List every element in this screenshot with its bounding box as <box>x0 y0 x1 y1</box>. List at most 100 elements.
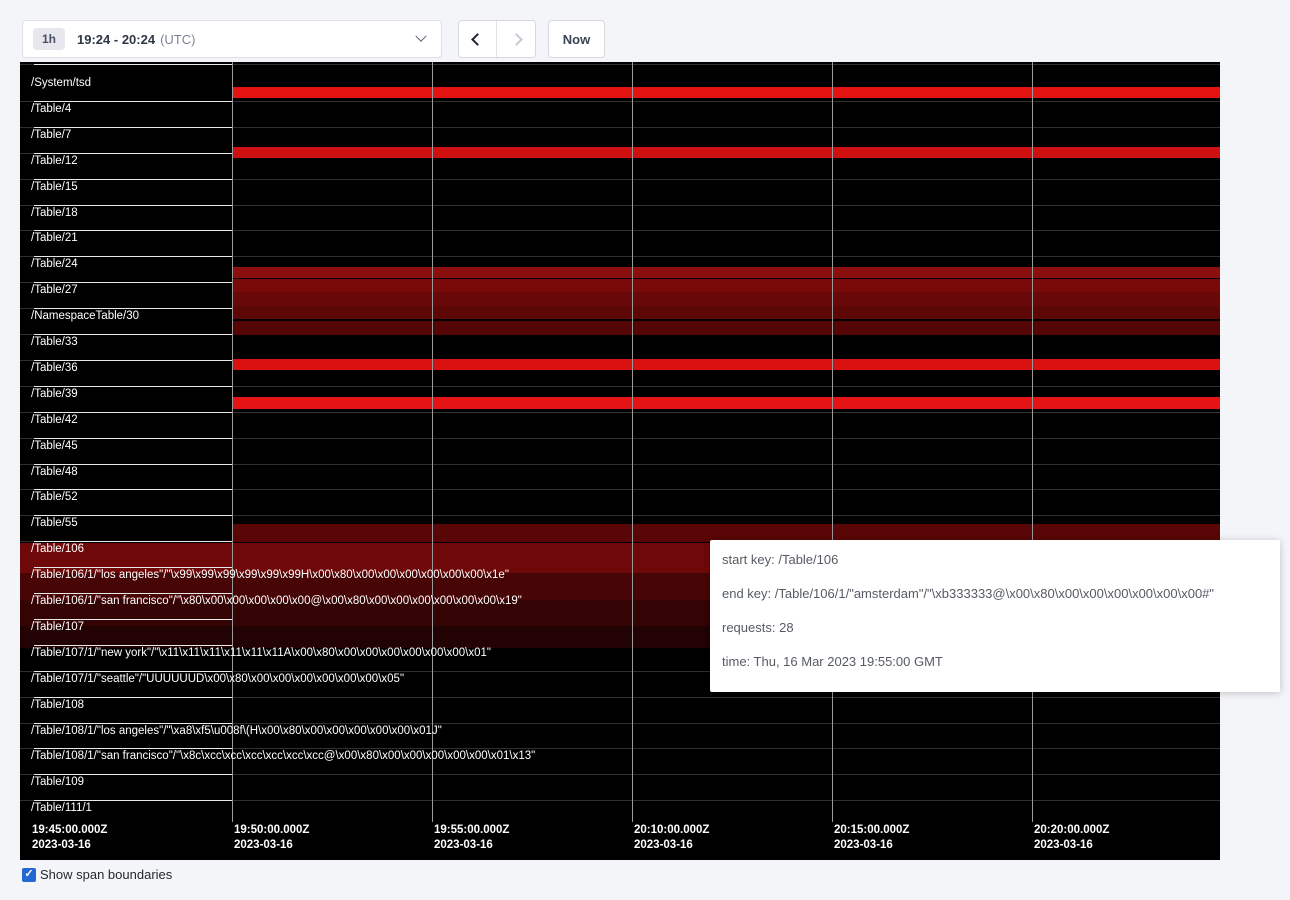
tooltip-time: time: Thu, 16 Mar 2023 19:55:00 GMT <box>722 654 1268 670</box>
span-boundary-label-line <box>34 697 232 698</box>
time-range-selector[interactable]: 1h 19:24 - 20:24 (UTC) <box>22 20 442 58</box>
span-label: /Table/15 <box>31 181 78 193</box>
span-boundary-label-line <box>34 386 232 387</box>
span-boundary-label-line <box>34 619 232 620</box>
span-boundary-label-line <box>34 101 232 102</box>
span-boundary-label-line <box>34 153 232 154</box>
chevron-down-icon <box>415 31 426 42</box>
span-boundary-label-line <box>34 800 232 801</box>
time-nav-group <box>458 20 536 58</box>
span-label: /Table/106/1/"los angeles"/"\x99\x99\x99… <box>31 569 509 581</box>
span-boundary-label-line <box>34 64 232 65</box>
span-label: /Table/12 <box>31 155 78 167</box>
heat-band <box>232 306 1220 319</box>
check-icon: ✓ <box>24 869 33 880</box>
key-visualizer-canvas[interactable]: /System/tsd/Table/4/Table/7/Table/12/Tab… <box>20 62 1220 860</box>
span-label: /Table/7 <box>31 129 71 141</box>
time-axis-tick-time: 20:10:00.000Z <box>634 824 709 836</box>
tooltip-start-key: start key: /Table/106 <box>722 552 1268 568</box>
span-boundary-label-line <box>34 593 232 594</box>
span-label: /System/tsd <box>31 77 91 89</box>
span-boundary-label-line <box>34 515 232 516</box>
span-tooltip: start key: /Table/106 end key: /Table/10… <box>710 540 1280 692</box>
span-boundary-label-line <box>34 541 232 542</box>
time-gridline <box>832 62 833 822</box>
span-boundary-label-line <box>34 645 232 646</box>
span-label: /Table/48 <box>31 466 78 478</box>
heat-band <box>232 292 1220 306</box>
span-boundary-label-line <box>34 412 232 413</box>
time-axis-tick-date: 2023-03-16 <box>434 839 493 851</box>
heat-band <box>232 87 1220 98</box>
span-label: /Table/108/1/"los angeles"/"\xa8\xf5\u00… <box>31 725 442 737</box>
time-range-text: 19:24 - 20:24 <box>77 32 155 47</box>
span-label: /Table/27 <box>31 284 78 296</box>
span-boundary-label-line <box>34 230 232 231</box>
span-label: /Table/109 <box>31 776 84 788</box>
span-label: /Table/107/1/"seattle"/"UUUUUUD\x00\x80\… <box>31 673 404 685</box>
span-label: /Table/33 <box>31 336 78 348</box>
span-label: /Table/106/1/"san francisco"/"\x80\x00\x… <box>31 595 522 607</box>
span-boundary-label-line <box>34 256 232 257</box>
show-span-boundaries-checkbox[interactable]: ✓ <box>22 868 36 882</box>
chevron-left-icon <box>471 33 484 46</box>
time-axis-tick-time: 20:15:00.000Z <box>834 824 909 836</box>
span-label: /Table/45 <box>31 440 78 452</box>
span-boundary-label-line <box>34 671 232 672</box>
span-label: /Table/106 <box>31 543 84 555</box>
time-gridline <box>232 62 233 822</box>
heat-band <box>232 279 1220 292</box>
prev-time-button[interactable] <box>459 21 497 57</box>
span-label: /Table/107/1/"new york"/"\x11\x11\x11\x1… <box>31 647 491 659</box>
chevron-right-icon <box>510 33 523 46</box>
span-label: /Table/21 <box>31 232 78 244</box>
span-boundary-label-line <box>34 179 232 180</box>
span-label: /Table/111/1 <box>31 802 92 814</box>
span-label: /Table/39 <box>31 388 78 400</box>
span-boundary-label-line <box>34 334 232 335</box>
span-boundary-label-line <box>34 205 232 206</box>
time-axis-tick-date: 2023-03-16 <box>234 839 293 851</box>
time-toolbar: 1h 19:24 - 20:24 (UTC) Now <box>22 20 605 58</box>
heat-band <box>232 147 1220 158</box>
span-label: /Table/24 <box>31 258 78 270</box>
time-axis-tick-time: 20:20:00.000Z <box>1034 824 1109 836</box>
span-label: /Table/108 <box>31 699 84 711</box>
span-boundary-label-line <box>34 360 232 361</box>
span-boundary-label-line <box>34 489 232 490</box>
span-boundary-label-line <box>34 464 232 465</box>
span-boundary-label-line <box>34 748 232 749</box>
span-boundary-label-line <box>34 308 232 309</box>
span-label: /NamespaceTable/30 <box>31 310 139 322</box>
time-gridline <box>1032 62 1033 822</box>
footer: ✓ Show span boundaries <box>22 867 172 882</box>
time-gridline <box>632 62 633 822</box>
heat-band <box>232 267 1220 278</box>
time-axis-tick-date: 2023-03-16 <box>1034 839 1093 851</box>
time-axis-tick-date: 2023-03-16 <box>634 839 693 851</box>
span-boundary-label-line <box>34 282 232 283</box>
tooltip-requests: requests: 28 <box>722 620 1268 636</box>
time-axis-tick-date: 2023-03-16 <box>32 839 91 851</box>
span-label: /Table/55 <box>31 517 78 529</box>
next-time-button[interactable] <box>497 21 535 57</box>
span-label: /Table/108/1/"san francisco"/"\x8c\xcc\x… <box>31 750 535 762</box>
time-axis-tick-date: 2023-03-16 <box>834 839 893 851</box>
span-label: /Table/52 <box>31 491 78 503</box>
span-boundary-label-line <box>34 774 232 775</box>
span-boundary-label-line <box>34 723 232 724</box>
heat-band <box>232 359 1220 370</box>
time-gridline <box>432 62 433 822</box>
span-label: /Table/18 <box>31 207 78 219</box>
span-boundary-label-line <box>34 127 232 128</box>
heat-band <box>232 397 1220 409</box>
tooltip-end-key: end key: /Table/106/1/"amsterdam"/"\xb33… <box>722 586 1268 602</box>
now-button[interactable]: Now <box>548 20 605 58</box>
time-axis-tick-time: 19:45:00.000Z <box>32 824 107 836</box>
span-label: /Table/42 <box>31 414 78 426</box>
time-axis-tick-time: 19:50:00.000Z <box>234 824 309 836</box>
heat-band <box>232 321 1220 335</box>
span-label: /Table/36 <box>31 362 78 374</box>
time-range-badge: 1h <box>33 28 65 50</box>
time-range-timezone: (UTC) <box>160 32 195 47</box>
